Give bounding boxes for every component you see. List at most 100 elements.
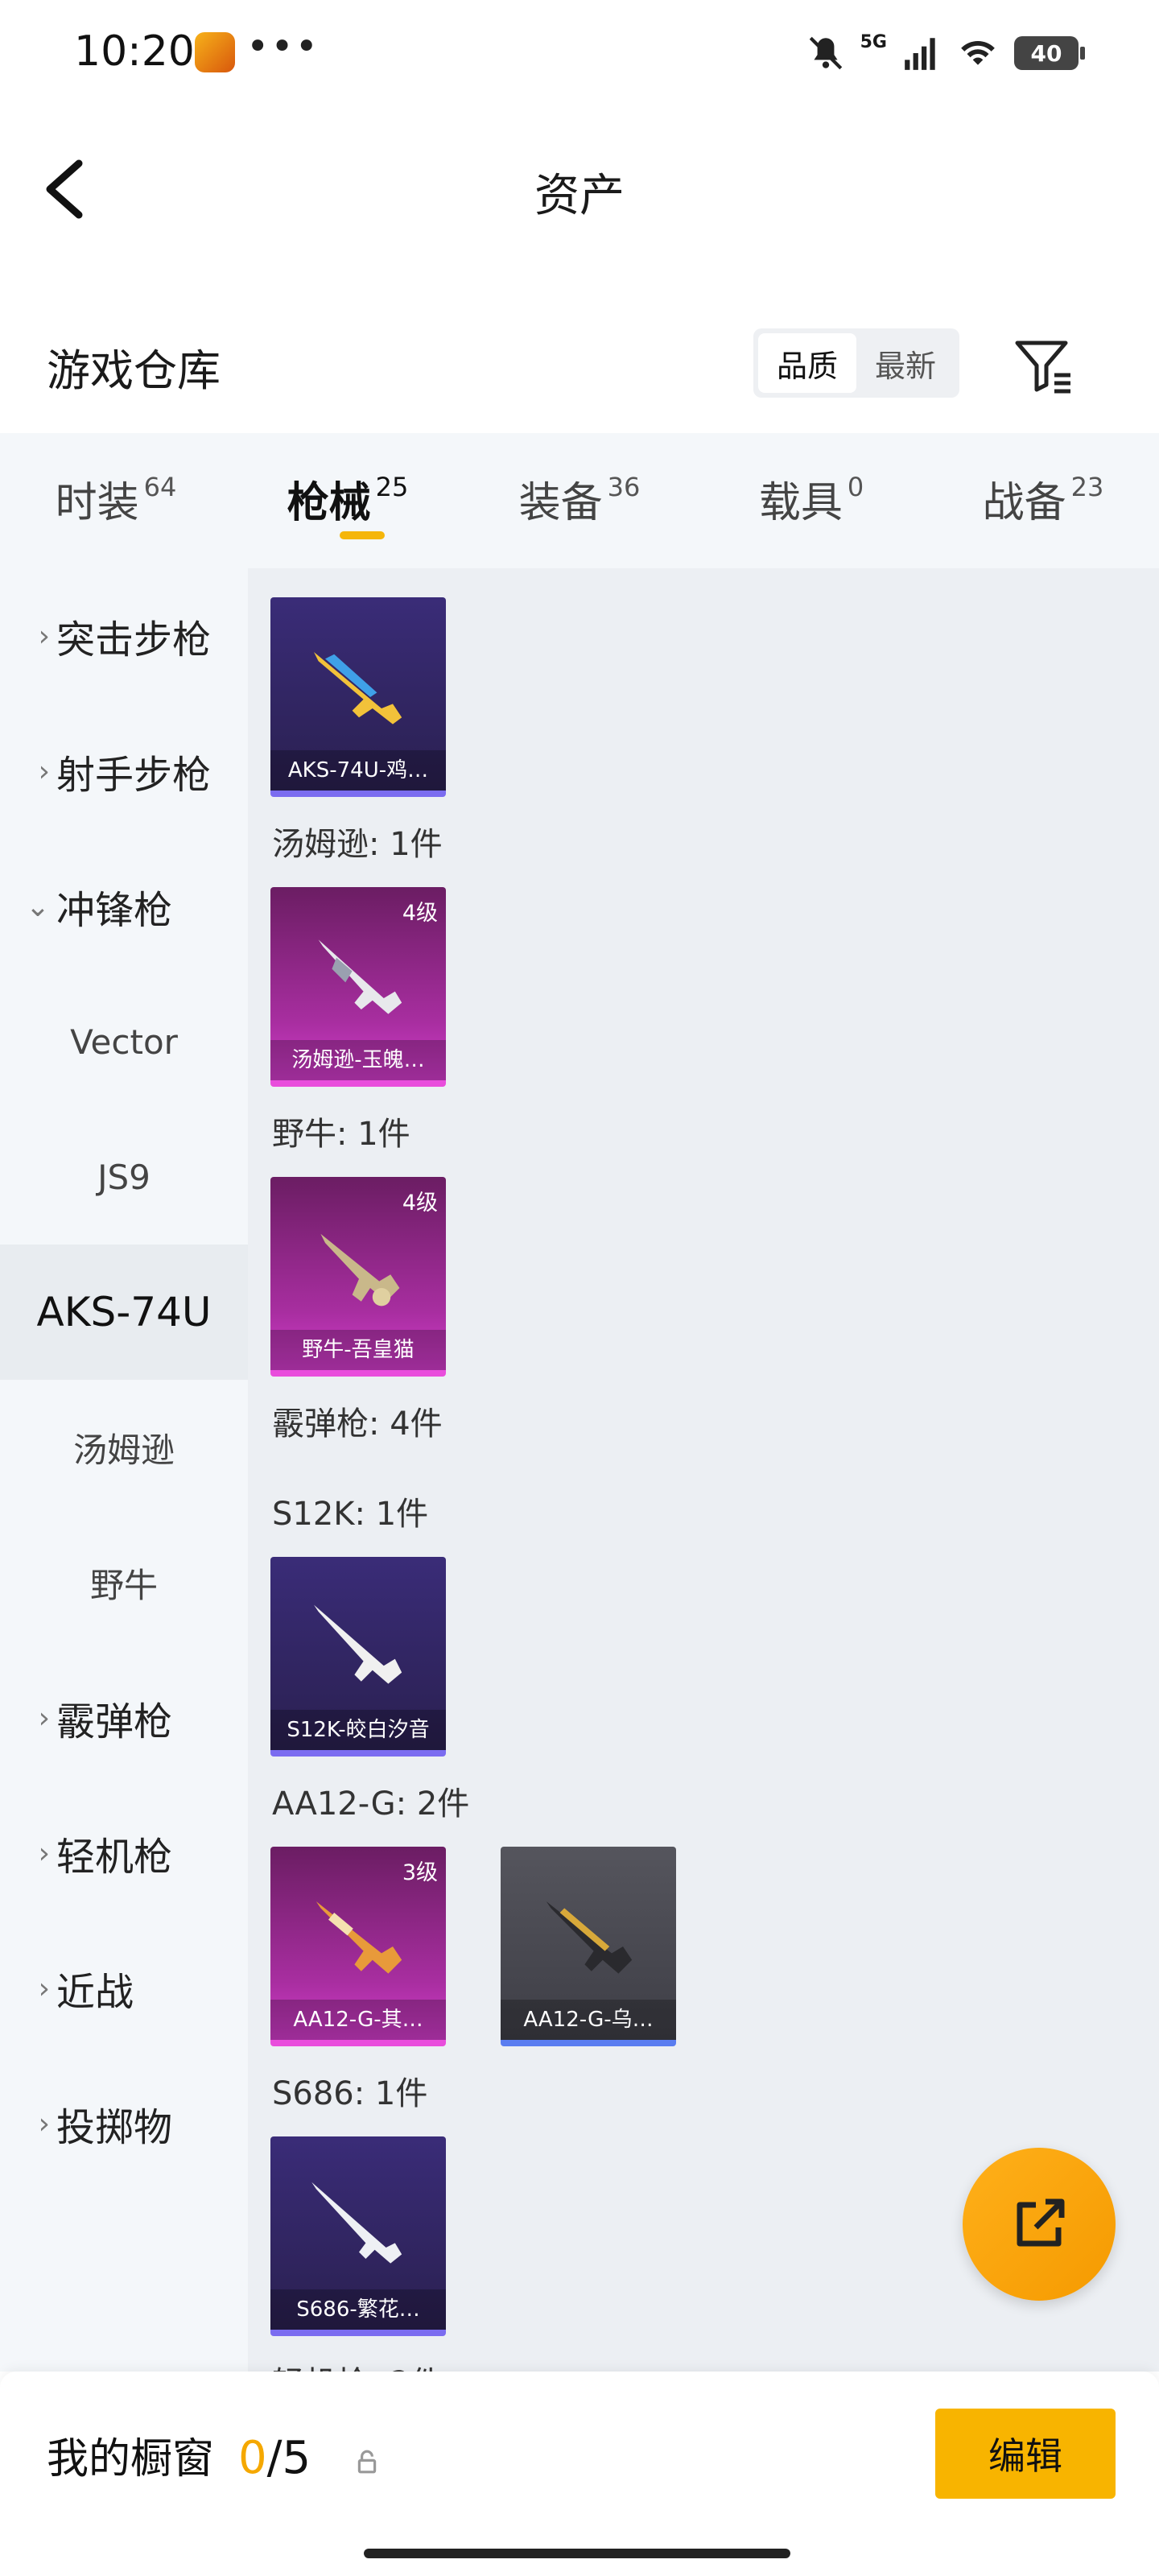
tab-vehicles[interactable]: 载具 0 (695, 433, 927, 568)
sidebar-item-label: 冲锋枪 (56, 888, 173, 933)
item-card[interactable]: AA12-G-乌… (501, 1847, 676, 2046)
item-card[interactable]: S686-繁花… (270, 2136, 446, 2336)
app-notification-icon (195, 32, 235, 72)
tab-count: 23 (1070, 472, 1104, 502)
item-name: S686-繁花… (270, 2289, 446, 2330)
showcase-label: 我的橱窗 (47, 2435, 215, 2483)
sidebar-subitem-aks74u[interactable]: AKS-74U (0, 1245, 248, 1380)
warehouse-title: 游戏仓库 (47, 345, 221, 396)
active-tab-indicator (340, 531, 385, 539)
group-label: 霰弹枪: 4件 (272, 1406, 443, 1443)
signal-icon (905, 38, 935, 70)
item-name: 汤姆逊-玉魄… (270, 1040, 446, 1080)
more-notifications-icon: ••• (246, 24, 320, 69)
status-time: 10:20 (74, 27, 195, 76)
warehouse-header: 游戏仓库 品质 最新 (0, 306, 1159, 419)
lock-icon (357, 2450, 377, 2474)
showcase-count-current: 0 (238, 2432, 267, 2484)
tab-count: 25 (375, 472, 409, 502)
showcase-bar: 我的橱窗 0/5 编辑 (0, 2372, 1159, 2576)
chevron-right-icon: › (38, 1836, 50, 1870)
item-card[interactable]: AKS-74U-鸡… (270, 597, 446, 797)
group-label: AA12-G: 2件 (272, 1785, 470, 1823)
share-button[interactable] (963, 2148, 1116, 2301)
category-sidebar: › 突击步枪 › 射手步枪 ⌄ 冲锋枪 Vector JS9 AKS-74U 汤… (0, 568, 248, 2372)
chevron-right-icon: › (38, 1971, 50, 2005)
home-indicator[interactable] (364, 2549, 790, 2558)
tab-label: 战备 (982, 479, 1066, 527)
sidebar-item-label: 投掷物 (56, 2105, 173, 2150)
tab-label: 枪械 (287, 479, 371, 527)
chevron-right-icon: › (38, 1701, 50, 1735)
chevron-right-icon: › (38, 2107, 50, 2140)
battery-icon: 40 (1014, 36, 1085, 70)
sidebar-item-label: 射手步枪 (56, 753, 212, 798)
sidebar-item-assault-rifle[interactable]: › 突击步枪 (0, 568, 248, 704)
tab-label: 载具 (758, 479, 843, 527)
edit-button[interactable]: 编辑 (935, 2409, 1116, 2499)
tab-label: 装备 (518, 479, 603, 527)
item-name: S12K-皎白汐音 (270, 1710, 446, 1750)
tab-count: 64 (143, 472, 177, 502)
sidebar-item-marksman-rifle[interactable]: › 射手步枪 (0, 704, 248, 839)
inventory-body: › 突击步枪 › 射手步枪 ⌄ 冲锋枪 Vector JS9 AKS-74U 汤… (0, 568, 1159, 2372)
sidebar-subitem-bizon[interactable]: 野牛 (0, 1515, 248, 1650)
sidebar-item-label: 突击步枪 (56, 617, 212, 663)
tab-count: 0 (847, 472, 864, 502)
sidebar-item-melee[interactable]: › 近战 (0, 1921, 248, 2056)
sidebar-subitem-vector[interactable]: Vector (0, 974, 248, 1109)
sidebar-item-shotgun[interactable]: › 霰弹枪 (0, 1650, 248, 1785)
group-label: S686: 1件 (272, 2075, 428, 2112)
item-card[interactable]: S12K-皎白汐音 (270, 1557, 446, 1757)
shotgun-skin-icon (316, 1901, 402, 1974)
tab-fashion[interactable]: 时装 64 (0, 433, 232, 568)
item-name: AA12-G-其… (270, 2000, 446, 2040)
chevron-right-icon: › (38, 754, 50, 788)
app-header: 资产 (0, 129, 1159, 250)
wifi-icon (961, 40, 995, 65)
sidebar-item-label: 轻机枪 (56, 1835, 173, 1880)
tab-firearms[interactable]: 枪械 25 (232, 433, 464, 568)
tab-count: 36 (607, 472, 641, 502)
item-name: AKS-74U-鸡… (270, 750, 446, 791)
sidebar-item-smg[interactable]: ⌄ 冲锋枪 (0, 839, 248, 974)
shotgun-skin-icon (314, 1604, 402, 1684)
showcase-count-separator: / (266, 2432, 283, 2484)
smg-skin-icon (318, 939, 402, 1014)
group-label: S12K: 1件 (272, 1496, 429, 1533)
shotgun-skin-icon (546, 1901, 633, 1974)
tab-equipment[interactable]: 装备 36 (464, 433, 695, 568)
sort-newest-button[interactable]: 最新 (856, 333, 955, 393)
status-bar: 10:20 ••• 5G 40 (0, 0, 1159, 105)
tab-label: 时装 (55, 479, 139, 527)
chevron-right-icon: › (38, 619, 50, 653)
sidebar-subitem-thompson[interactable]: 汤姆逊 (0, 1380, 248, 1515)
item-grid: AKS-74U-鸡… 汤姆逊: 1件 4级 汤姆逊-玉魄… 野牛: 1件 4级 … (248, 568, 1159, 2372)
group-label: 野牛: 1件 (272, 1116, 410, 1153)
sidebar-item-label: 霰弹枪 (56, 1699, 173, 1744)
sidebar-item-throwable[interactable]: › 投掷物 (0, 2056, 248, 2191)
share-external-icon (1017, 2198, 1065, 2247)
smg-skin-icon (320, 1233, 400, 1307)
item-card[interactable]: 4级 野牛-吾皇猫 (270, 1177, 446, 1377)
category-tabs: 时装 64 枪械 25 装备 36 载具 0 战备 23 (0, 433, 1159, 568)
sidebar-item-lmg[interactable]: › 轻机枪 (0, 1785, 248, 1921)
item-name: AA12-G-乌… (501, 2000, 676, 2040)
mute-icon (809, 36, 842, 70)
sidebar-item-label: 近战 (56, 1970, 134, 2015)
page-title: 资产 (534, 170, 625, 222)
rifle-skin-icon (314, 652, 402, 724)
item-card[interactable]: 4级 汤姆逊-玉魄… (270, 887, 446, 1087)
tab-tactical[interactable]: 战备 23 (927, 433, 1159, 568)
sort-toggle: 品质 最新 (753, 328, 959, 398)
item-name: 野牛-吾皇猫 (270, 1330, 446, 1370)
status-icons: 5G 40 (806, 29, 1085, 77)
showcase-count-total: 5 (282, 2432, 311, 2484)
shotgun-skin-icon (311, 2182, 402, 2264)
item-card[interactable]: 3级 AA12-G-其… (270, 1847, 446, 2046)
group-label: 汤姆逊: 1件 (272, 826, 443, 863)
group-label: 轻机枪: 2件 (272, 2357, 443, 2372)
sort-quality-button[interactable]: 品质 (758, 333, 856, 393)
filter-icon[interactable] (1011, 333, 1075, 398)
sidebar-subitem-js9[interactable]: JS9 (0, 1109, 248, 1245)
